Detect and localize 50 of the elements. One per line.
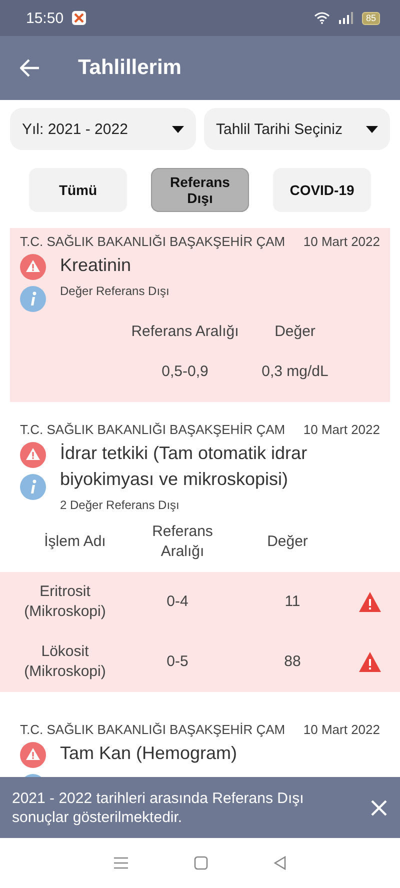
warning-icon — [20, 254, 46, 280]
result-date: 10 Mart 2022 — [303, 234, 380, 249]
info-icon[interactable] — [20, 286, 46, 312]
filter-tab[interactable]: Tümü — [29, 168, 127, 212]
result-date: 10 Mart 2022 — [303, 722, 380, 737]
caret-icon — [366, 126, 378, 132]
column-header: Referans Aralığı — [130, 322, 240, 342]
column-header: Değer — [266, 532, 309, 552]
filter-dropdown[interactable]: Yıl: 2021 - 2022 — [10, 108, 196, 150]
warning-icon — [358, 591, 382, 613]
column-header: Referans Aralığı — [151, 522, 214, 562]
hospital-name: T.C. SAĞLIK BAKANLIĞI BAŞAKŞEHİR ÇAM — [20, 422, 286, 437]
home-icon[interactable] — [194, 856, 208, 870]
table-cell-text: 11 — [284, 592, 302, 612]
filter-tab[interactable]: Referans Dışı — [151, 168, 249, 212]
close-button[interactable] — [370, 798, 388, 816]
signal-icon — [338, 12, 354, 24]
warning-icon — [358, 651, 382, 673]
wifi-icon — [314, 12, 330, 24]
column-header: Değer — [274, 322, 316, 342]
hospital-name: T.C. SAĞLIK BAKANLIĞI BAŞAKŞEHİR ÇAM — [20, 234, 286, 249]
table-cell-text: 0,5-0,9 — [160, 362, 210, 382]
battery-icon: 85 — [362, 12, 380, 24]
hospital-name: T.C. SAĞLIK BAKANLIĞI BAŞAKŞEHİR ÇAM — [20, 722, 286, 737]
caret-icon — [172, 126, 184, 132]
result-date: 10 Mart 2022 — [303, 422, 380, 437]
test-name: İdrar tetkiki (Tam otomatik idrar biyokimyası ve mikroskopisi) — [60, 442, 308, 491]
back-icon[interactable] — [20, 59, 40, 77]
app-icon — [72, 11, 86, 25]
warning-icon — [20, 742, 46, 768]
menu-icon[interactable] — [112, 856, 129, 870]
test-name: Kreatinin — [60, 254, 132, 277]
filter-tab[interactable]: COVID-19 — [273, 168, 371, 212]
status-text: 2 Değer Referans Dışı — [60, 498, 180, 512]
table-cell-text: 0-4 — [166, 592, 190, 612]
test-name: Tam Kan (Hemogram) — [60, 742, 238, 765]
result-card[interactable]: T.C. SAĞLIK BAKANLIĞI BAŞAKŞEHİR ÇAM 10 Mart 2022 Kreatinin Değer Referans Dışı Referans Aralığı Değer 0,5-0,9 0,3 mg/dL — [10, 228, 390, 402]
column-header: İşlem Adı — [43, 532, 107, 552]
table-cell-text: Lökosit (Mikroskopi) — [23, 642, 107, 682]
status-time: 15:50 — [26, 10, 64, 26]
table-cell-text: Eritrosit (Mikroskopi) — [23, 582, 107, 622]
table-cell-text: 0-5 — [166, 652, 190, 672]
table-cell-text: 88 — [283, 652, 302, 672]
back-nav-icon[interactable] — [273, 856, 288, 870]
info-icon[interactable] — [20, 474, 46, 500]
warning-icon — [20, 442, 46, 468]
filter-dropdown[interactable]: Tahlil Tarihi Seçiniz — [204, 108, 390, 150]
page-title: Tahlillerim — [78, 56, 182, 80]
status-text: Değer Referans Dışı — [60, 284, 170, 298]
table-cell-text: 0,3 mg/dL — [260, 362, 330, 382]
